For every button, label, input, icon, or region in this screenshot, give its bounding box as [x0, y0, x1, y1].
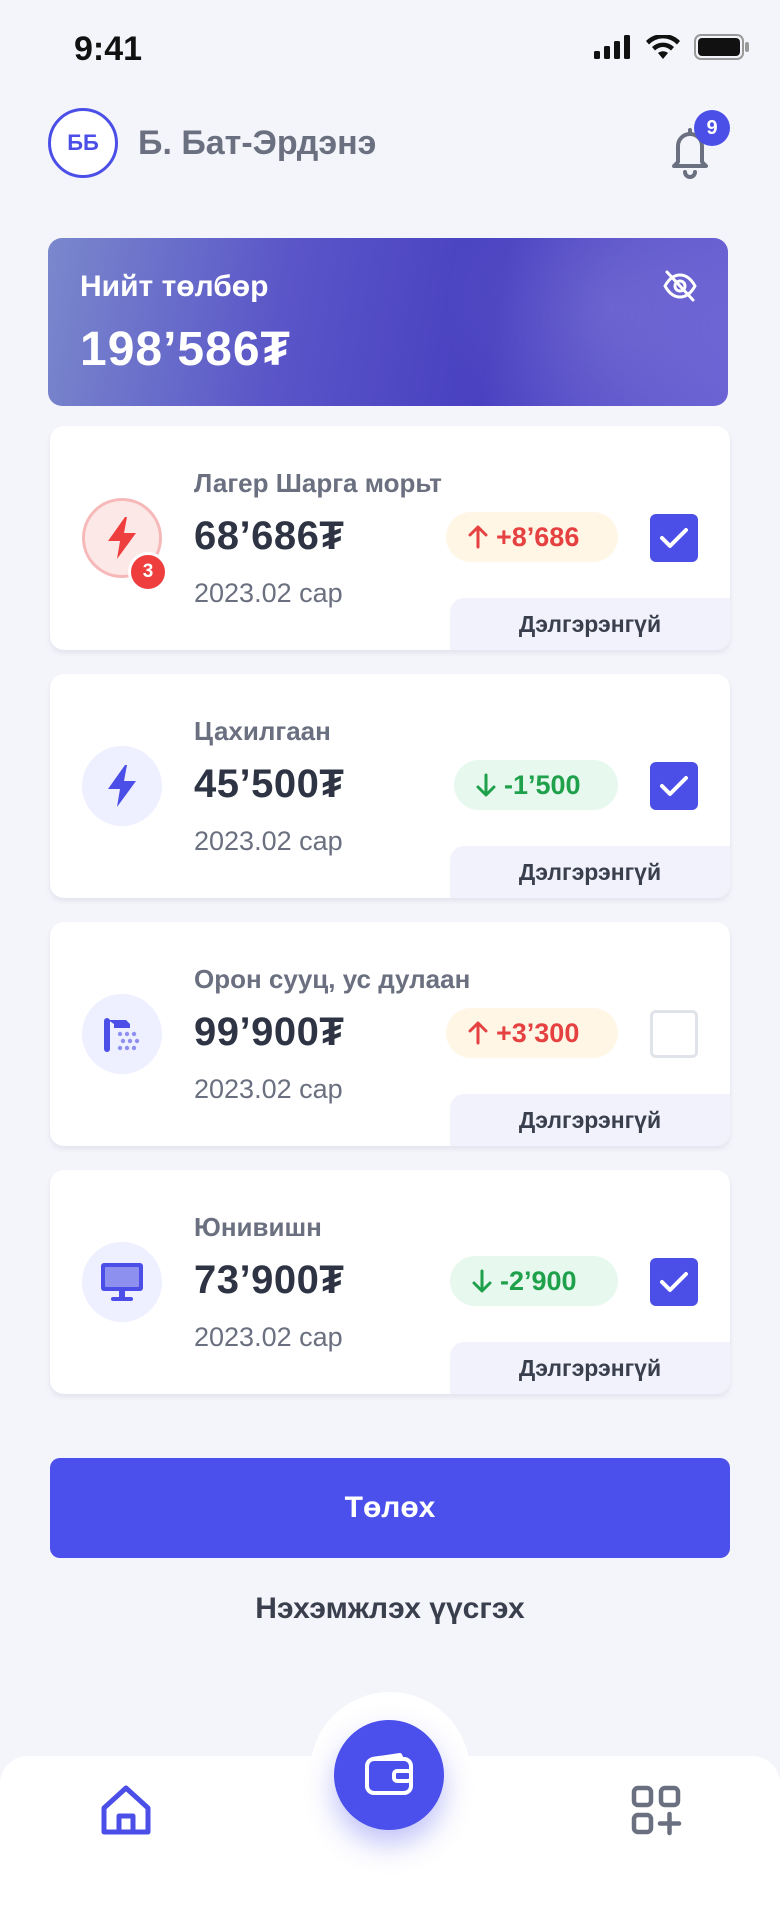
check-icon	[660, 776, 688, 796]
bill-alert-badge: 3	[128, 552, 168, 592]
bill-change-value: +8’686	[496, 521, 580, 552]
status-bar: 9:41	[0, 0, 780, 100]
bill-checkbox[interactable]	[650, 1010, 698, 1058]
detail-button[interactable]: Дэлгэрэнгүй	[450, 598, 730, 650]
detail-button[interactable]: Дэлгэрэнгүй	[450, 1342, 730, 1394]
pay-button[interactable]: Төлөх	[50, 1458, 730, 1558]
bill-change-value: -1’500	[504, 769, 581, 800]
bill-amount: 68’686₮	[194, 514, 345, 558]
apps-add-icon[interactable]	[626, 1780, 686, 1840]
total-payment-card: Нийт төлбөр 198’586₮	[48, 238, 728, 406]
check-icon	[660, 1272, 688, 1292]
bill-period: 2023.02 сар	[194, 578, 343, 608]
bill-change-badge: +8’686	[446, 512, 618, 562]
bill-amount: 73’900₮	[194, 1258, 345, 1302]
bill-period: 2023.02 сар	[194, 1074, 343, 1104]
cellular-signal-icon	[594, 35, 630, 59]
bill-checkbox[interactable]	[650, 514, 698, 562]
arrow-down-icon	[472, 1269, 492, 1293]
bill-period: 2023.02 сар	[194, 826, 343, 856]
bill-amount: 45’500₮	[194, 762, 345, 806]
user-name: Б. Бат-Эрдэнэ	[138, 124, 377, 162]
notification-badge: 9	[694, 110, 730, 146]
header: ББ Б. Бат-Эрдэнэ 9	[48, 106, 732, 186]
wifi-icon	[646, 35, 680, 59]
notifications-button[interactable]: 9	[648, 106, 732, 190]
check-icon	[660, 528, 688, 548]
arrow-up-icon	[468, 1021, 488, 1045]
home-icon[interactable]	[96, 1780, 156, 1840]
bill-icon-container	[82, 1242, 162, 1322]
shower-icon	[104, 1018, 140, 1052]
bill-name: Цахилгаан	[194, 716, 331, 746]
lightning-icon	[108, 517, 136, 559]
arrow-up-icon	[468, 525, 488, 549]
create-invoice-link[interactable]: Нэхэмжлэх үүсгэх	[0, 1592, 780, 1626]
bill-name: Лагер Шарга морьт	[194, 468, 442, 498]
wallet-icon	[365, 1753, 413, 1795]
bill-amount: 99’900₮	[194, 1010, 345, 1054]
arrow-down-icon	[476, 773, 496, 797]
bill-icon-container	[82, 746, 162, 826]
bill-change-badge: -2’900	[450, 1256, 618, 1306]
detail-button[interactable]: Дэлгэрэнгүй	[450, 1094, 730, 1146]
wallet-tab-button[interactable]	[334, 1720, 444, 1830]
lightning-icon	[108, 765, 136, 807]
bill-name: Орон сууц, ус дулаан	[194, 964, 471, 994]
bill-change-value: -2’900	[500, 1265, 577, 1296]
status-icons	[594, 34, 750, 60]
status-time: 9:41	[74, 30, 143, 68]
bill-checkbox[interactable]	[650, 762, 698, 810]
bill-change-value: +3’300	[496, 1017, 580, 1048]
bill-card[interactable]: 3 Лагер Шарга морьт 68’686₮ 2023.02 сар …	[50, 426, 730, 650]
bill-card[interactable]: Цахилгаан 45’500₮ 2023.02 сар -1’500 Дэл…	[50, 674, 730, 898]
total-amount: 198’586₮	[80, 323, 291, 376]
bill-card[interactable]: Юнивишн 73’900₮ 2023.02 сар -2’900 Дэлгэ…	[50, 1170, 730, 1394]
bill-name: Юнивишн	[194, 1212, 322, 1242]
bill-card[interactable]: Орон сууц, ус дулаан 99’900₮ 2023.02 сар…	[50, 922, 730, 1146]
monitor-icon	[101, 1263, 143, 1301]
bill-change-badge: +3’300	[446, 1008, 618, 1058]
battery-icon	[694, 34, 749, 60]
bill-checkbox[interactable]	[650, 1258, 698, 1306]
bill-period: 2023.02 сар	[194, 1322, 343, 1352]
bill-icon-container	[82, 994, 162, 1074]
avatar[interactable]: ББ	[48, 108, 118, 178]
eye-off-icon[interactable]	[662, 268, 698, 304]
bill-change-badge: -1’500	[454, 760, 618, 810]
detail-button[interactable]: Дэлгэрэнгүй	[450, 846, 730, 898]
total-label: Нийт төлбөр	[80, 270, 269, 303]
